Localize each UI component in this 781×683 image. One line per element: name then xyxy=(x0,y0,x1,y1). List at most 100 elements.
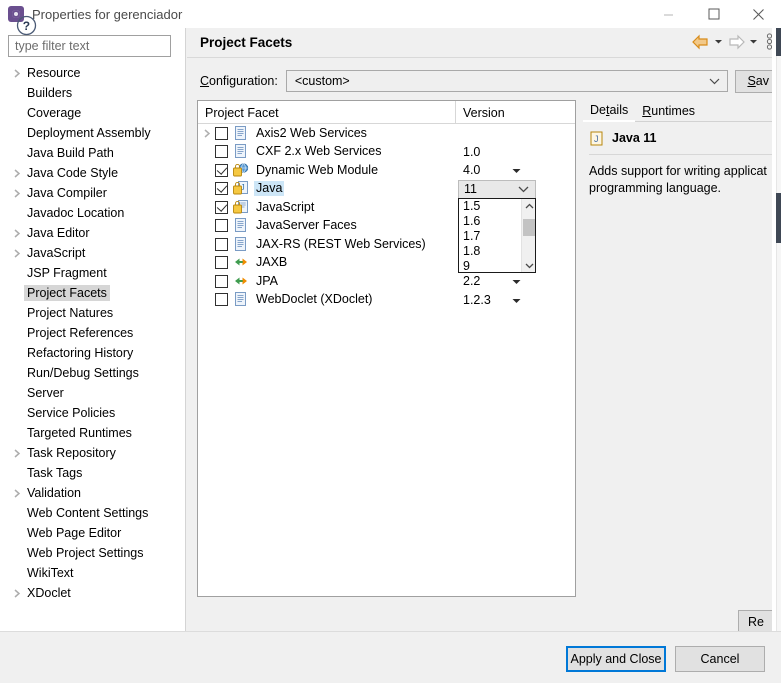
expand-chevron-right-icon[interactable] xyxy=(10,448,24,458)
column-header-project-facet[interactable]: Project Facet xyxy=(198,101,455,124)
sidebar-item-xdoclet[interactable]: XDoclet xyxy=(0,583,186,603)
forward-arrow-icon[interactable] xyxy=(726,34,746,50)
properties-dialog: Properties for gerenciador type filter t… xyxy=(0,0,781,683)
dropdown-triangle-icon[interactable] xyxy=(512,274,521,288)
facet-checkbox[interactable] xyxy=(215,126,228,140)
expand-chevron-right-icon[interactable] xyxy=(10,588,24,598)
dropdown-triangle-icon[interactable] xyxy=(512,293,521,307)
version-option[interactable]: 1.7 xyxy=(463,229,521,244)
sidebar-item-java-editor[interactable]: Java Editor xyxy=(0,223,186,243)
tab-runtimes[interactable]: Runtimes xyxy=(635,102,702,121)
facet-row[interactable]: J Java 11 xyxy=(198,179,575,199)
version-option[interactable]: 1.5 xyxy=(463,199,521,214)
facet-checkbox[interactable] xyxy=(215,256,228,270)
sidebar-item-project-facets[interactable]: Project Facets xyxy=(0,283,186,303)
sidebar-item-jsp-fragment[interactable]: JSP Fragment xyxy=(0,263,186,283)
close-button[interactable] xyxy=(736,0,781,28)
version-option-list: 1.5 1.6 1.7 1.8 9 xyxy=(459,199,521,274)
facet-checkbox[interactable] xyxy=(215,274,228,288)
expand-chevron-right-icon[interactable] xyxy=(10,248,24,258)
facet-row[interactable]: WebDoclet (XDoclet) 1.2.3 xyxy=(198,291,575,310)
sidebar-item-web-project-settings[interactable]: Web Project Settings xyxy=(0,543,186,563)
expand-chevron-right-icon[interactable] xyxy=(10,488,24,498)
scrollbar-thumb-top[interactable] xyxy=(776,28,781,56)
expand-chevron-right-icon[interactable] xyxy=(10,168,24,178)
version-option[interactable]: 1.6 xyxy=(463,214,521,229)
tab-details[interactable]: Details xyxy=(583,101,636,122)
facet-row[interactable]: CXF 2.x Web Services 1.0 xyxy=(198,143,575,162)
sidebar-item-builders[interactable]: Builders xyxy=(0,83,186,103)
help-question-icon[interactable]: ? xyxy=(16,15,37,36)
facet-checkbox[interactable] xyxy=(215,219,228,233)
version-option[interactable]: 9 xyxy=(463,259,521,274)
sidebar-item-task-tags[interactable]: Task Tags xyxy=(0,463,186,483)
facet-checkbox[interactable] xyxy=(215,200,228,214)
facet-row[interactable]: Dynamic Web Module 4.0 xyxy=(198,161,575,180)
dropdown-scrollbar-thumb[interactable] xyxy=(523,219,535,236)
sidebar-item-coverage[interactable]: Coverage xyxy=(0,103,186,123)
sidebar-item-server[interactable]: Server xyxy=(0,383,186,403)
facet-checkbox[interactable] xyxy=(215,182,228,196)
sidebar-item-task-repository[interactable]: Task Repository xyxy=(0,443,186,463)
sidebar-item-javascript[interactable]: JavaScript xyxy=(0,243,186,263)
minimize-button[interactable] xyxy=(646,0,691,28)
filter-input[interactable]: type filter text xyxy=(8,35,171,57)
back-menu-chevron-down-icon[interactable] xyxy=(714,38,723,45)
svg-text:J: J xyxy=(594,134,599,144)
sidebar-item-java-compiler[interactable]: Java Compiler xyxy=(0,183,186,203)
dropdown-scrollbar[interactable] xyxy=(521,199,535,272)
facet-checkbox[interactable] xyxy=(215,237,228,251)
window-vertical-scrollbar[interactable] xyxy=(772,28,781,631)
sidebar-item-wikitext[interactable]: WikiText xyxy=(0,563,186,583)
javascript-icon xyxy=(233,199,249,215)
facet-name: Axis2 Web Services xyxy=(256,125,367,140)
sidebar-item-label: Deployment Assembly xyxy=(27,126,151,140)
expand-chevron-right-icon[interactable] xyxy=(10,188,24,198)
version-cell[interactable]: 1.2.3 xyxy=(461,291,575,310)
sidebar-item-deployment-assembly[interactable]: Deployment Assembly xyxy=(0,123,186,143)
sidebar-item-web-page-editor[interactable]: Web Page Editor xyxy=(0,523,186,543)
version-cell[interactable]: 1.0 xyxy=(461,143,575,162)
sidebar-item-resource[interactable]: Resource xyxy=(0,63,186,83)
chevron-up-icon[interactable] xyxy=(522,199,536,213)
maximize-button[interactable] xyxy=(691,0,736,28)
sidebar-item-label: Builders xyxy=(27,86,73,100)
sidebar-item-run-debug-settings[interactable]: Run/Debug Settings xyxy=(0,363,186,383)
version-select[interactable]: 11 xyxy=(458,179,536,199)
sidebar-item-project-references[interactable]: Project References xyxy=(0,323,186,343)
version-cell[interactable]: 2.2 xyxy=(461,272,575,291)
sidebar-item-label: Javadoc Location xyxy=(27,206,125,220)
expand-chevron-right-icon[interactable] xyxy=(10,228,24,238)
expand-chevron-right-icon[interactable] xyxy=(10,68,24,78)
column-header-version[interactable]: Version xyxy=(455,101,575,124)
version-option[interactable]: 1.8 xyxy=(463,244,521,259)
sidebar-item-java-build-path[interactable]: Java Build Path xyxy=(0,143,186,163)
facet-checkbox[interactable] xyxy=(215,145,228,159)
sidebar-item-validation[interactable]: Validation xyxy=(0,483,186,503)
back-arrow-icon[interactable] xyxy=(691,34,711,50)
forward-menu-chevron-down-icon[interactable] xyxy=(749,38,758,45)
sidebar-item-project-natures[interactable]: Project Natures xyxy=(0,303,186,323)
facet-checkbox[interactable] xyxy=(215,163,228,177)
window-controls xyxy=(646,0,781,28)
dropdown-triangle-icon[interactable] xyxy=(512,163,521,177)
version-dropdown-list[interactable]: 1.5 1.6 1.7 1.8 9 xyxy=(458,198,536,273)
scrollbar-thumb-main[interactable] xyxy=(776,193,781,243)
sidebar-item-web-content-settings[interactable]: Web Content Settings xyxy=(0,503,186,523)
configuration-select[interactable]: <custom> xyxy=(285,70,729,92)
sidebar-item-javadoc-location[interactable]: Javadoc Location xyxy=(0,203,186,223)
apply-and-close-button[interactable]: Apply and Close xyxy=(566,646,666,672)
facet-row[interactable]: JPA 2.2 xyxy=(198,272,575,291)
document-icon xyxy=(233,125,249,141)
chevron-down-icon[interactable] xyxy=(522,258,536,272)
facet-row[interactable]: Axis2 Web Services xyxy=(198,124,575,143)
facet-name: Dynamic Web Module xyxy=(256,162,379,177)
expand-chevron-right-icon[interactable] xyxy=(198,129,215,138)
sidebar-item-service-policies[interactable]: Service Policies xyxy=(0,403,186,423)
sidebar-item-java-code-style[interactable]: Java Code Style xyxy=(0,163,186,183)
cancel-button[interactable]: Cancel xyxy=(675,646,765,672)
version-cell[interactable]: 4.0 xyxy=(461,161,575,180)
sidebar-item-targeted-runtimes[interactable]: Targeted Runtimes xyxy=(0,423,186,443)
sidebar-item-refactoring-history[interactable]: Refactoring History xyxy=(0,343,186,363)
facet-checkbox[interactable] xyxy=(215,293,228,307)
